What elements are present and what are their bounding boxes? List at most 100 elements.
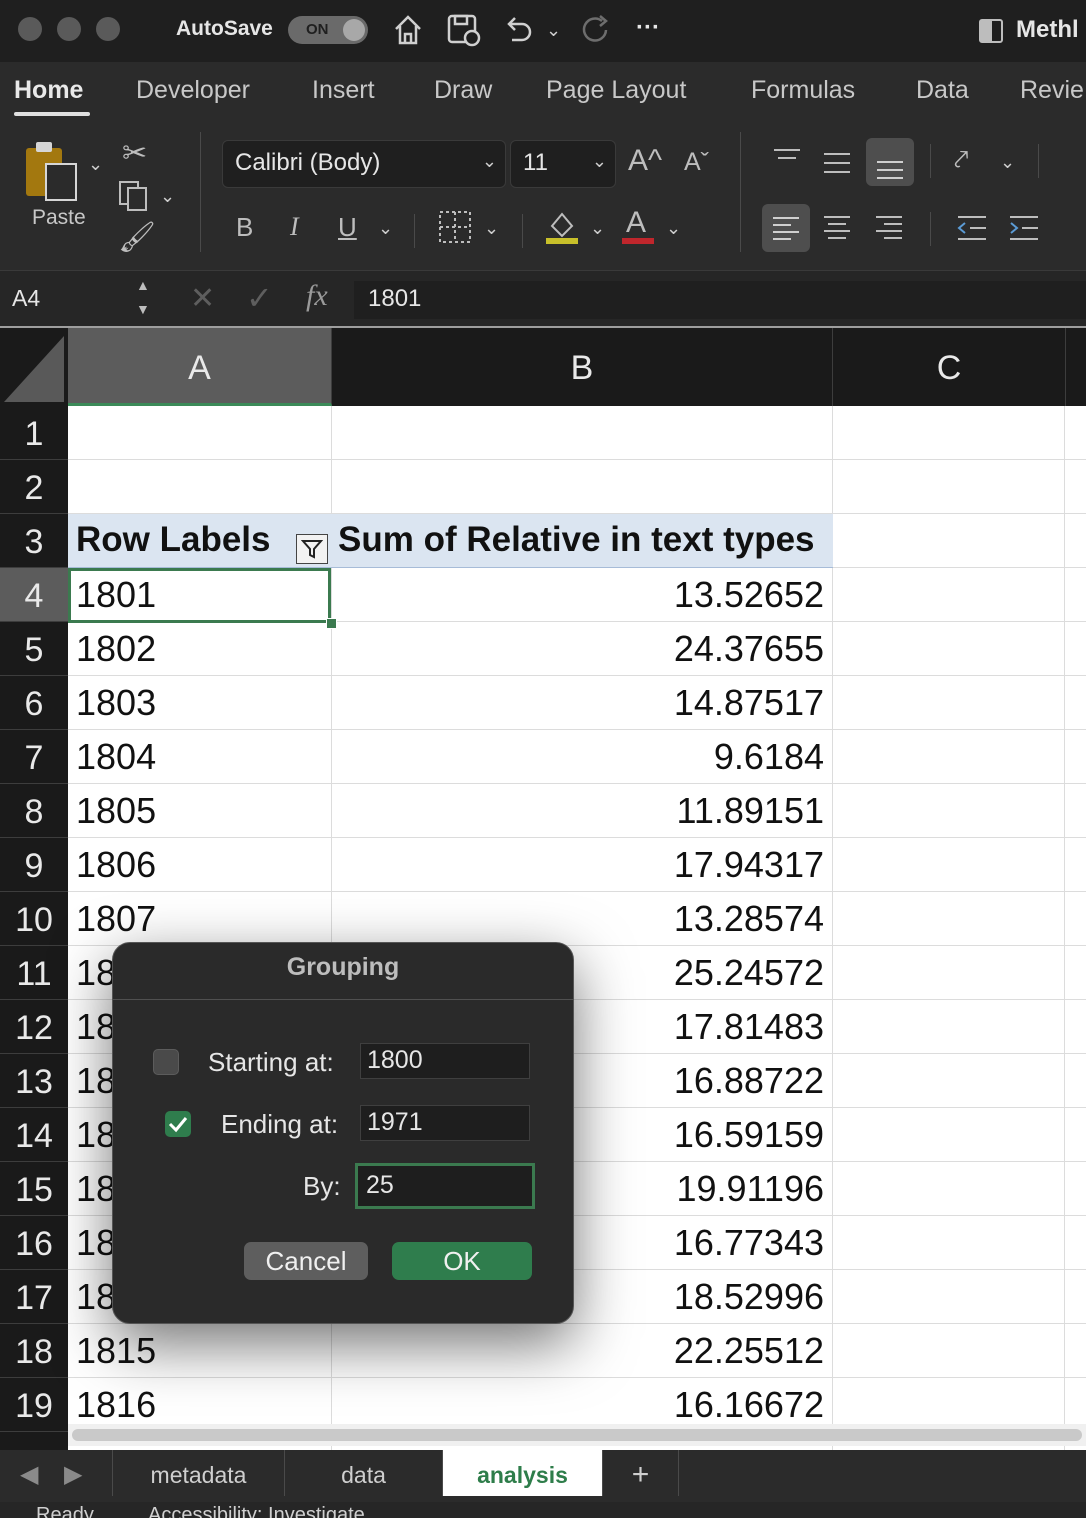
- horizontal-scrollbar[interactable]: [68, 1424, 1086, 1446]
- row-header[interactable]: 5: [0, 622, 68, 676]
- underline-button[interactable]: U: [338, 212, 357, 243]
- column-header-b[interactable]: B: [332, 328, 833, 406]
- row-label-cell[interactable]: 1802: [76, 628, 156, 670]
- row-header[interactable]: 18: [0, 1324, 68, 1378]
- row-header[interactable]: 3: [0, 514, 68, 568]
- row-header[interactable]: 12: [0, 1000, 68, 1054]
- increase-indent-icon[interactable]: [1008, 214, 1040, 242]
- stepper-up-icon[interactable]: ▲: [136, 277, 150, 293]
- row-label-cell[interactable]: 1815: [76, 1330, 156, 1372]
- row-label-cell[interactable]: 18: [76, 1114, 116, 1156]
- ok-button[interactable]: OK: [392, 1242, 532, 1280]
- fx-icon[interactable]: fx: [306, 279, 328, 313]
- row-label-cell[interactable]: 1807: [76, 898, 156, 940]
- row-header[interactable]: 11: [0, 946, 68, 1000]
- zoom-window-button[interactable]: [96, 17, 120, 41]
- value-cell[interactable]: 17.94317: [674, 844, 824, 886]
- tab-home[interactable]: Home: [14, 76, 83, 105]
- column-header-c[interactable]: C: [833, 328, 1066, 406]
- copy-chevron-down-icon[interactable]: ⌄: [160, 186, 175, 207]
- font-name-dropdown[interactable]: Calibri (Body) ⌄: [222, 140, 506, 188]
- tab-review[interactable]: Revie: [1020, 76, 1084, 105]
- underline-chevron-down-icon[interactable]: ⌄: [378, 218, 393, 239]
- undo-icon[interactable]: [502, 12, 534, 48]
- sheet-tab-analysis[interactable]: analysis: [443, 1450, 603, 1496]
- tab-page-layout[interactable]: Page Layout: [546, 76, 686, 105]
- starting-at-checkbox[interactable]: [153, 1049, 179, 1075]
- scrollbar-thumb[interactable]: [72, 1429, 1082, 1441]
- row-labels-header[interactable]: Row Labels: [76, 520, 270, 560]
- italic-button[interactable]: I: [290, 212, 299, 242]
- row-header[interactable]: 14: [0, 1108, 68, 1162]
- value-cell[interactable]: 11.89151: [677, 790, 824, 832]
- value-cell[interactable]: 18.52996: [674, 1276, 824, 1318]
- close-window-button[interactable]: [18, 17, 42, 41]
- by-input[interactable]: 25: [355, 1163, 535, 1209]
- values-header[interactable]: Sum of Relative in text types: [338, 520, 815, 560]
- row-header[interactable]: 7: [0, 730, 68, 784]
- row-label-cell[interactable]: 1803: [76, 682, 156, 724]
- more-icon[interactable]: ···: [636, 14, 660, 42]
- align-middle-icon[interactable]: [822, 152, 852, 174]
- home-icon[interactable]: [392, 12, 424, 48]
- borders-icon[interactable]: [438, 210, 474, 244]
- save-icon[interactable]: [446, 12, 482, 48]
- row-label-cell[interactable]: 1816: [76, 1384, 156, 1426]
- filter-button[interactable]: [296, 534, 328, 564]
- tab-data[interactable]: Data: [916, 76, 969, 105]
- row-header[interactable]: 6: [0, 676, 68, 730]
- value-cell[interactable]: 14.87517: [674, 682, 824, 724]
- font-color-button[interactable]: A: [626, 206, 646, 240]
- align-top-icon[interactable]: [772, 148, 802, 170]
- shrink-font-button[interactable]: Aˇ: [684, 148, 709, 177]
- starting-at-input[interactable]: 1800: [360, 1043, 530, 1079]
- ending-at-checkbox[interactable]: [165, 1111, 191, 1137]
- row-header[interactable]: 13: [0, 1054, 68, 1108]
- fill-color-icon[interactable]: [544, 208, 580, 246]
- borders-chevron-down-icon[interactable]: ⌄: [484, 218, 499, 239]
- value-cell[interactable]: 25.24572: [674, 952, 824, 994]
- accessibility-status[interactable]: Accessibility: Investigate: [148, 1504, 365, 1518]
- tab-developer[interactable]: Developer: [136, 76, 250, 105]
- row-label-cell[interactable]: 1805: [76, 790, 156, 832]
- decrease-indent-icon[interactable]: [956, 214, 988, 242]
- fill-handle[interactable]: [326, 618, 337, 629]
- scroll-left-icon[interactable]: ◀: [20, 1460, 38, 1489]
- row-header[interactable]: 4: [0, 568, 68, 622]
- tab-draw[interactable]: Draw: [434, 76, 492, 105]
- value-cell[interactable]: 16.77343: [674, 1222, 824, 1264]
- paste-icon[interactable]: [22, 138, 82, 204]
- autosave-toggle[interactable]: ON: [288, 16, 368, 44]
- selected-cell-a4[interactable]: [68, 568, 331, 623]
- value-cell[interactable]: 17.81483: [674, 1006, 824, 1048]
- orientation-icon[interactable]: ⤤: [954, 144, 969, 176]
- row-label-cell[interactable]: 18: [76, 952, 116, 994]
- select-all-button[interactable]: [0, 328, 68, 406]
- align-right-icon[interactable]: [874, 214, 904, 242]
- row-label-cell[interactable]: 18: [76, 1060, 116, 1102]
- stepper-down-icon[interactable]: ▼: [136, 301, 150, 317]
- value-cell[interactable]: 19.91196: [677, 1168, 824, 1210]
- value-cell[interactable]: 13.28574: [674, 898, 824, 940]
- undo-chevron-down-icon[interactable]: ⌄: [546, 20, 561, 41]
- font-size-dropdown[interactable]: 11 ⌄: [510, 140, 616, 188]
- tab-formulas[interactable]: Formulas: [751, 76, 855, 105]
- row-header[interactable]: 8: [0, 784, 68, 838]
- align-bottom-button[interactable]: [866, 138, 914, 186]
- row-header[interactable]: 15: [0, 1162, 68, 1216]
- grow-font-button[interactable]: A^: [628, 144, 662, 178]
- redo-icon[interactable]: [578, 12, 614, 48]
- value-cell[interactable]: 24.37655: [674, 628, 824, 670]
- copy-icon[interactable]: [116, 180, 152, 212]
- value-cell[interactable]: 22.25512: [674, 1330, 824, 1372]
- value-cell[interactable]: 16.88722: [674, 1060, 824, 1102]
- value-cell[interactable]: 9.6184: [714, 736, 824, 778]
- name-box[interactable]: A4 ▲ ▼: [0, 271, 160, 327]
- formula-input[interactable]: 1801: [354, 281, 1086, 319]
- sheet-tab-data[interactable]: data: [285, 1450, 443, 1496]
- value-cell[interactable]: 13.52652: [674, 574, 824, 616]
- row-label-cell[interactable]: 18: [76, 1168, 116, 1210]
- cancel-button[interactable]: Cancel: [244, 1242, 368, 1280]
- row-label-cell[interactable]: 18: [76, 1222, 116, 1264]
- row-header[interactable]: 17: [0, 1270, 68, 1324]
